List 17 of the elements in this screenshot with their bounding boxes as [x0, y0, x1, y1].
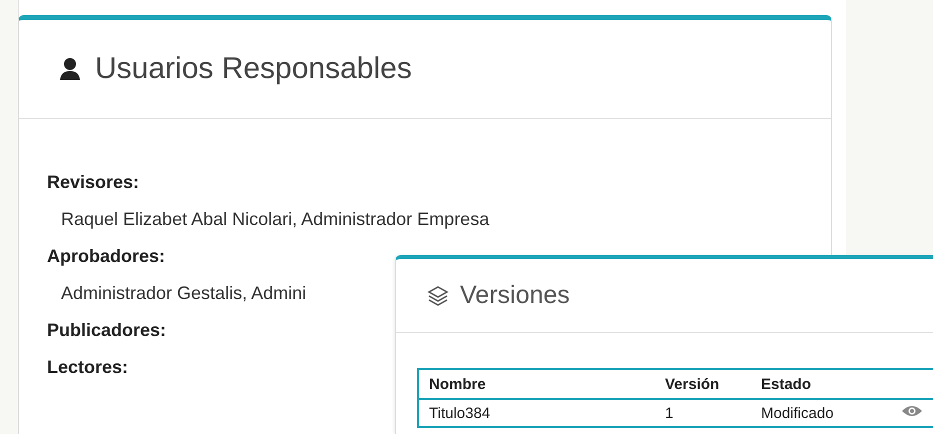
layers-icon	[426, 284, 450, 308]
group-label: Aprobadores:	[47, 245, 166, 268]
group-label: Publicadores:	[47, 319, 166, 342]
user-list: Administrador Gestalis, Admini	[61, 275, 306, 312]
panel-title: Versiones	[460, 281, 570, 310]
table-cell: Titulo384	[418, 399, 655, 427]
table-cell: Modificado	[751, 399, 891, 427]
column-header: Estado	[751, 369, 891, 399]
column-header: Nombre	[418, 369, 655, 399]
card-title: Usuarios Responsables	[95, 52, 412, 86]
table-cell: 1	[655, 399, 751, 427]
group-label: Revisores:	[47, 171, 140, 194]
column-header: Versión	[655, 369, 751, 399]
user-list: Raquel Elizabet Abal Nicolari, Administrador Empresa	[61, 201, 490, 238]
view-icon[interactable]	[901, 404, 923, 418]
group-label: Lectores:	[47, 356, 128, 379]
user-icon	[59, 57, 81, 81]
